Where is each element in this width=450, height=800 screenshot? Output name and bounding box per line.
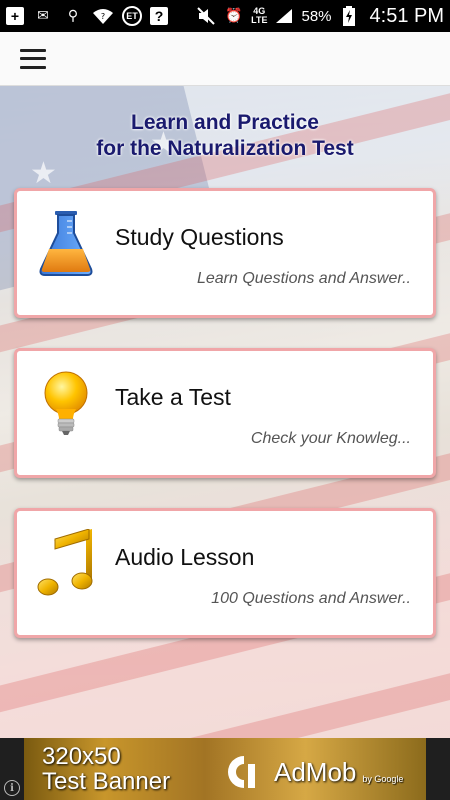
headline-line-2: for the Naturalization Test bbox=[96, 137, 354, 160]
card-subtitle: Learn Questions and Answer.. bbox=[196, 270, 411, 287]
battery-percent: 58% bbox=[301, 7, 332, 25]
ad-banner-label: Test Banner bbox=[42, 768, 171, 795]
ad-banner[interactable]: 320x50 Test Banner AdMob by Google i bbox=[0, 738, 450, 800]
ad-size-label: 320x50 bbox=[42, 743, 121, 770]
status-bar: + ✉ ⚲ ? ET ? ⏰ 4G LTE 58% 4:51 PM bbox=[0, 0, 450, 32]
music-note-icon bbox=[37, 528, 95, 597]
card-title: Audio Lesson bbox=[115, 544, 255, 570]
hamburger-menu-icon[interactable] bbox=[20, 48, 46, 69]
lightbulb-icon bbox=[37, 369, 95, 437]
clock: 4:51 PM bbox=[369, 4, 444, 27]
page-headline: Learn and Practice for the Naturalizatio… bbox=[0, 110, 450, 162]
alarm-icon: ⏰ bbox=[225, 8, 243, 24]
study-questions-card[interactable]: Study Questions Learn Questions and Answ… bbox=[14, 188, 436, 318]
admob-by-google: by Google bbox=[362, 774, 404, 784]
ad-info-icon[interactable]: i bbox=[4, 780, 20, 796]
audio-lesson-card[interactable]: Audio Lesson 100 Questions and Answer.. bbox=[14, 508, 436, 638]
battery-charging-icon bbox=[338, 6, 360, 26]
app-bar bbox=[0, 32, 450, 86]
wifi-question-icon: ? bbox=[92, 6, 114, 26]
headline-line-1: Learn and Practice bbox=[131, 111, 319, 134]
mute-icon bbox=[195, 6, 217, 26]
signal-strength-icon bbox=[273, 6, 295, 26]
admob-wordmark: AdMob bbox=[274, 756, 357, 787]
help-notification-icon: ? bbox=[150, 7, 168, 25]
et-badge-icon: ET bbox=[122, 6, 142, 26]
card-title: Take a Test bbox=[115, 384, 231, 410]
ad-text: 320x50 Test Banner bbox=[42, 744, 170, 794]
take-a-test-card[interactable]: Take a Test Check your Knowleg... bbox=[14, 348, 436, 478]
main-content: ★ ★ ★ Learn and Practice for the Natural… bbox=[0, 86, 450, 738]
admob-logo-icon bbox=[224, 752, 264, 792]
mail-icon: ✉ bbox=[37, 8, 49, 24]
ad-creative[interactable]: 320x50 Test Banner AdMob by Google bbox=[24, 738, 426, 800]
flask-icon bbox=[37, 209, 95, 277]
card-subtitle: 100 Questions and Answer.. bbox=[211, 590, 411, 607]
add-notification-icon: + bbox=[6, 7, 24, 25]
admob-branding: AdMob by Google bbox=[224, 752, 403, 792]
card-title: Study Questions bbox=[115, 224, 284, 250]
usb-icon: ⚲ bbox=[67, 8, 79, 24]
network-type-icon: 4G LTE bbox=[251, 6, 268, 25]
card-subtitle: Check your Knowleg... bbox=[250, 430, 411, 447]
svg-text:?: ? bbox=[101, 12, 105, 21]
